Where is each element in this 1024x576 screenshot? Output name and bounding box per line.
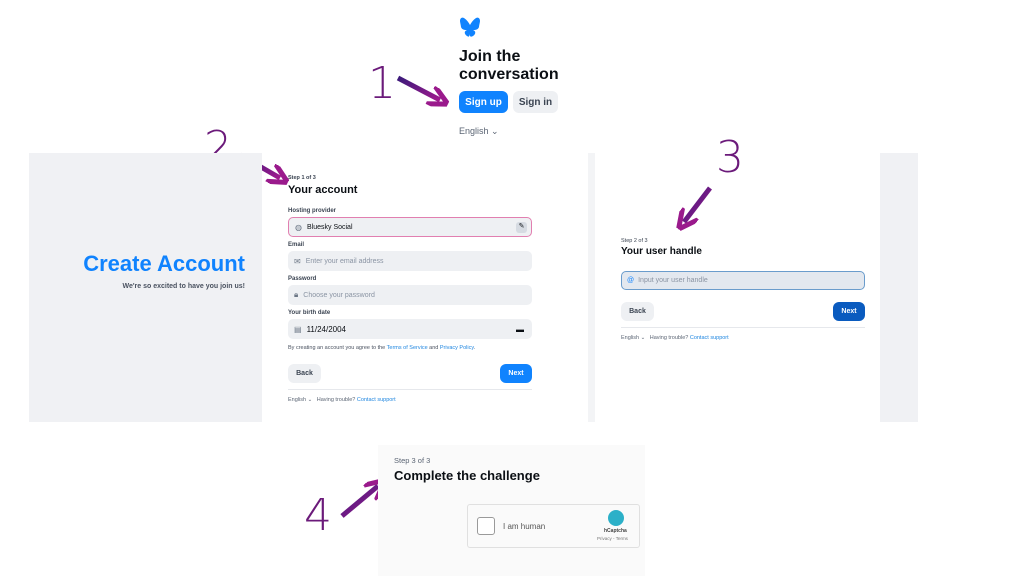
birth-date-label: Your birth date [288, 310, 331, 316]
globe-icon: ◍ [295, 222, 302, 232]
next-button[interactable]: Next [500, 364, 532, 383]
contact-support-link[interactable]: Contact support [690, 335, 729, 341]
email-field[interactable]: ✉ Enter your email address [288, 251, 532, 271]
arrow-3 [684, 186, 712, 222]
create-account-sidebar: Create Account We're so excited to have … [29, 153, 262, 422]
hosting-value: Bluesky Social [306, 223, 353, 231]
calendar-icon: ▤ [294, 324, 302, 334]
chevron-down-icon: ⌄ [491, 126, 499, 136]
trouble-text: Having trouble? [316, 397, 356, 403]
password-label: Password [288, 276, 317, 282]
captcha-label: I am human [503, 522, 546, 531]
envelope-icon: ✉ [294, 256, 301, 266]
email-label: Email [288, 242, 305, 248]
next-button[interactable]: Next [833, 302, 865, 321]
footer: English ⌄ Having trouble? Contact suppor… [288, 397, 396, 403]
language-select[interactable]: English [288, 397, 306, 403]
terms-text: By creating an account you agree to the … [288, 345, 476, 351]
date-picker-icon[interactable]: ▬ [516, 325, 524, 334]
birth-date-field[interactable]: ▤ 11/24/2004 ▬ [288, 319, 532, 339]
form-title: Your account [288, 184, 358, 196]
form-title: Your user handle [621, 246, 702, 257]
step-number-1: 1 [368, 58, 396, 109]
step-number-3: 3 [716, 132, 744, 183]
create-account-subheading: We're so excited to have you join us! [122, 283, 245, 290]
handle-placeholder: Input your user handle [638, 277, 708, 284]
hosting-provider-field[interactable]: ◍ Bluesky Social ✎ [288, 217, 532, 237]
language-label: English [459, 126, 489, 136]
step-number-4: 4 [304, 490, 332, 541]
title-line-2: conversation [459, 66, 559, 83]
contact-support-link[interactable]: Contact support [357, 397, 396, 403]
divider [621, 327, 865, 328]
trouble-text: Having trouble? [649, 335, 689, 341]
hosting-label: Hosting provider [288, 208, 337, 214]
terms-link[interactable]: Terms [616, 536, 628, 541]
language-select[interactable]: English ⌄ [459, 126, 499, 137]
terms-link[interactable]: Terms of Service [387, 345, 428, 351]
divider [288, 389, 532, 390]
footer: English ⌄ Having trouble? Contact suppor… [621, 335, 729, 341]
step2-sidebar [880, 153, 918, 422]
step-indicator: Step 1 of 3 [288, 175, 316, 181]
arrow-4 [340, 486, 378, 518]
sign-in-button[interactable]: Sign in [513, 91, 558, 113]
language-select[interactable]: English [621, 335, 639, 341]
panel-gap [588, 153, 595, 422]
privacy-link[interactable]: Privacy [597, 536, 612, 541]
email-placeholder: Enter your email address [305, 257, 384, 265]
butterfly-icon [460, 17, 480, 37]
captcha-checkbox[interactable] [477, 517, 495, 535]
pencil-icon[interactable]: ✎ [516, 221, 527, 233]
back-button[interactable]: Back [288, 364, 321, 383]
landing-title: Join the conversation [459, 48, 559, 84]
title-line-1: Join the [459, 48, 521, 65]
handle-input[interactable]: @ Input your user handle [621, 271, 865, 290]
hcaptcha-widget: I am human hCaptcha Privacy - Terms [467, 504, 640, 548]
hcaptcha-links: Privacy - Terms [597, 536, 628, 541]
challenge-panel: Step 3 of 3 Complete the challenge I am … [378, 445, 645, 576]
create-account-heading: Create Account [83, 251, 245, 276]
hcaptcha-brand: hCaptcha [604, 528, 627, 534]
form-title: Complete the challenge [394, 468, 540, 483]
privacy-link[interactable]: Privacy Policy [440, 345, 474, 351]
password-placeholder: Choose your password [303, 291, 375, 299]
step-indicator: Step 2 of 3 [621, 238, 648, 244]
step-indicator: Step 3 of 3 [394, 456, 431, 465]
lock-icon: 🔒︎ [294, 290, 299, 299]
at-icon: @ [627, 277, 635, 284]
birth-date-value: 11/24/2004 [306, 324, 347, 334]
back-button[interactable]: Back [621, 302, 654, 321]
password-field[interactable]: 🔒︎ Choose your password [288, 285, 532, 305]
arrow-1 [396, 75, 440, 100]
sign-up-button[interactable]: Sign up [459, 91, 508, 113]
hcaptcha-logo-icon [608, 510, 624, 526]
